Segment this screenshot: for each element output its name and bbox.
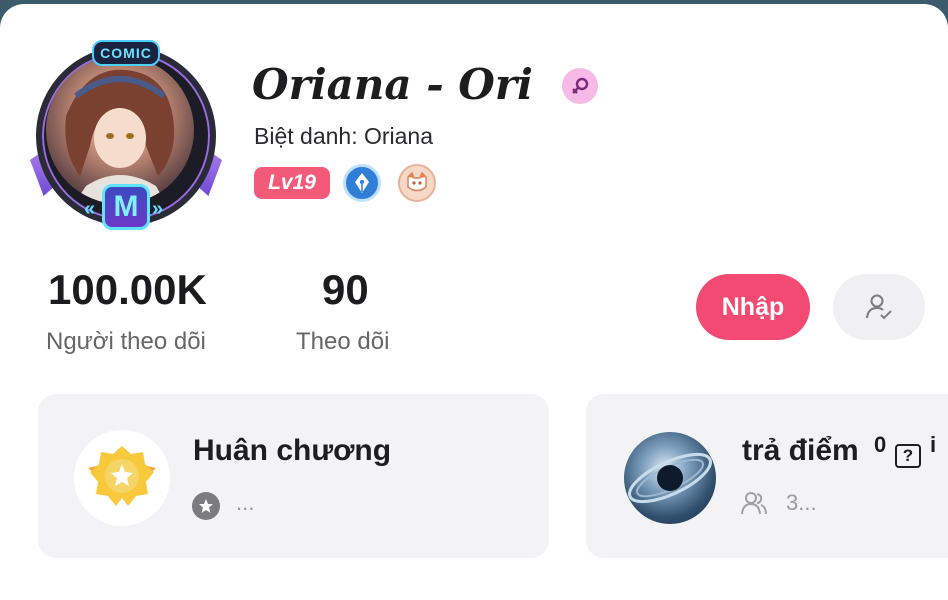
pen-nib-icon[interactable] [343,164,381,202]
avatar-image [46,56,194,204]
chevrons-left-icon: « [84,198,96,220]
avatar-frame-emblem: M [102,184,150,230]
chevrons-right-icon: » [152,198,164,220]
avatar[interactable]: COMIC « M » [30,40,222,230]
profile-nickname: Biệt danh: Oriana [254,123,434,149]
medal-icon [74,430,170,526]
points-title: trả điểm [742,434,859,467]
help-icon[interactable]: ? [895,444,921,468]
female-icon [562,68,598,104]
medal-card[interactable]: Huân chương ... [38,394,549,558]
points-superscript: 0 [874,432,887,457]
profile-sheet: COMIC « M » Oriana - Ori Biệt danh: Oria… [0,4,948,600]
followers-label: Người theo dõi [46,328,206,355]
medal-subtitle: ... [236,490,255,515]
points-subtitle: 3... [786,490,817,515]
info-icon[interactable]: i [930,432,936,458]
follow-status-button[interactable] [833,274,925,340]
following-label: Theo dõi [296,328,390,355]
cat-icon[interactable] [398,164,436,202]
user-check-icon [866,294,892,320]
level-badge[interactable]: Lv19 [254,167,330,199]
points-card[interactable]: trả điểm 0 ? i 3... [586,394,948,558]
enter-button[interactable]: Nhập [696,274,810,340]
followers-count[interactable]: 100.00K [48,266,207,314]
avatar-frame-brand: COMIC [92,40,160,66]
medal-title: Huân chương [193,434,392,467]
planet-icon [624,432,716,524]
following-count[interactable]: 90 [322,266,369,314]
people-icon [740,490,768,521]
star-badge-icon [192,492,220,520]
profile-name: Oriana - Ori [252,60,533,109]
